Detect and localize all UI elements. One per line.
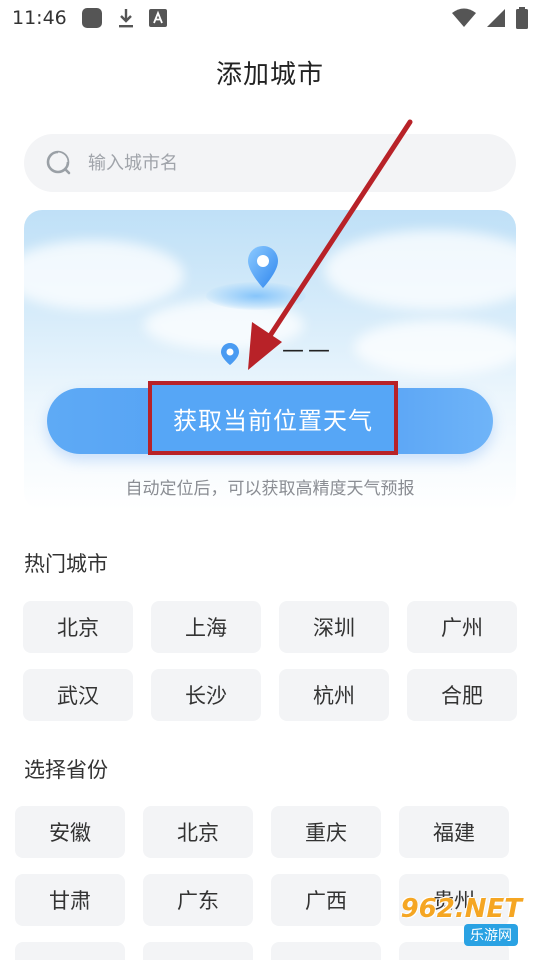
city-chip[interactable]: 武汉 <box>23 669 133 721</box>
keyboard-a-icon <box>148 9 167 27</box>
city-chip[interactable]: 杭州 <box>279 669 389 721</box>
download-icon <box>117 7 135 29</box>
wifi-icon <box>452 8 476 28</box>
city-chip[interactable]: 北京 <box>23 601 133 653</box>
province-chip[interactable]: 重庆 <box>271 806 381 858</box>
province-chip[interactable]: 广东 <box>143 874 253 926</box>
province-chip-partial[interactable] <box>143 942 253 960</box>
city-chip[interactable]: 上海 <box>151 601 261 653</box>
city-chip[interactable]: 广州 <box>407 601 517 653</box>
city-chip[interactable]: 合肥 <box>407 669 517 721</box>
location-hint: 自动定位后，可以获取高精度天气预报 <box>125 479 415 499</box>
button-label: 获取当前位置天气 <box>173 406 373 435</box>
province-chip[interactable]: 北京 <box>143 806 253 858</box>
city-chip[interactable]: 深圳 <box>279 601 389 653</box>
search-bar[interactable] <box>24 134 516 192</box>
provinces-title: 选择省份 <box>24 758 108 782</box>
city-chip[interactable]: 长沙 <box>151 669 261 721</box>
current-city-value: —— <box>282 338 334 363</box>
watermark-logo: 962.NET 乐游网 <box>398 894 534 956</box>
province-chip[interactable]: 安徽 <box>15 806 125 858</box>
province-chip[interactable]: 广西 <box>271 874 381 926</box>
page-title: 添加城市 <box>215 60 324 90</box>
add-city-screen: 11:46 添加城市 输入城市名 —— 获取当前位置天气 自动定位后，可以获取高… <box>0 0 540 960</box>
watermark-sub: 乐游网 <box>464 924 518 946</box>
province-chip[interactable]: 甘肃 <box>15 874 125 926</box>
province-chip[interactable]: 福建 <box>399 806 509 858</box>
location-pin-icon <box>248 246 278 288</box>
province-chip-partial[interactable] <box>271 942 381 960</box>
search-icon <box>46 150 71 175</box>
app-icon <box>81 7 103 29</box>
status-bar: 11:46 <box>0 0 540 36</box>
battery-icon <box>516 7 528 29</box>
get-location-weather-label[interactable]: 获取当前位置天气 <box>148 381 398 455</box>
signal-icon <box>486 8 506 28</box>
search-input[interactable] <box>86 151 470 175</box>
current-location-icon <box>221 343 239 365</box>
status-time: 11:46 <box>12 7 67 29</box>
province-chip-partial[interactable] <box>15 942 125 960</box>
watermark-brand: 962.NET <box>400 894 522 924</box>
hot-cities-title: 热门城市 <box>24 552 108 576</box>
